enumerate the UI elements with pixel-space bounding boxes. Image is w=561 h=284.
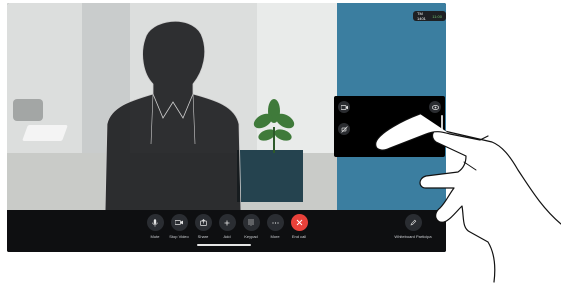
end-call-button[interactable]: End call [287,214,311,239]
video-camera-icon [170,214,188,231]
mute-button[interactable]: Mute [143,214,167,239]
more-label: More [270,234,280,239]
stop-video-button[interactable]: Stop Video [167,214,191,239]
desk [22,125,68,141]
add-button[interactable]: Add [215,214,239,239]
stop-video-label: Stop Video [169,234,189,239]
add-label: Add [223,234,231,239]
hand-illustration [375,113,561,283]
plant [253,99,295,153]
call-name: TM 1401 [417,11,426,21]
ellipsis-icon [266,214,284,231]
camera-switch-icon[interactable] [338,101,350,113]
plus-icon [218,214,236,231]
planter [237,150,303,202]
hangup-icon [290,214,308,231]
drag-handle[interactable] [197,244,251,246]
more-button[interactable]: More [263,214,287,239]
chair [13,99,43,121]
share-icon [194,214,212,231]
participant-silhouette [105,20,241,214]
keypad-button[interactable]: Keypad [239,214,263,239]
microphone-icon [146,214,164,231]
call-time: 11:00 [432,13,442,19]
share-label: Share [197,234,209,239]
share-button[interactable]: Share [191,214,215,239]
end-call-label: End call [291,234,307,239]
keypad-label: Keypad [244,234,258,239]
keypad-icon [242,214,260,231]
call-status-badge: TM 1401 11:00 [413,11,446,21]
mute-camera-icon[interactable] [338,123,350,135]
mute-label: Mute [150,234,160,239]
